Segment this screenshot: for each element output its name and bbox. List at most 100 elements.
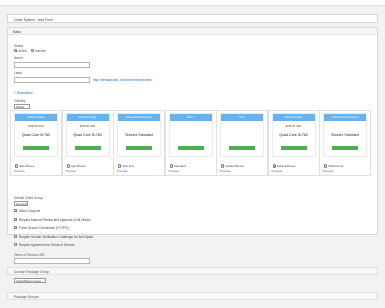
package-groups-title: Package Groups (14, 295, 39, 299)
template-name: Ajax Boxes (19, 164, 35, 168)
option-label: Require Human Verification Challenge for… (19, 234, 94, 239)
template-name: Wizard List (328, 164, 344, 168)
template-banner: Plan (221, 114, 263, 121)
template-heading: Quad Core i5-760 (279, 133, 308, 137)
option-label: Force Secure Connection (HTTPS) (19, 226, 69, 230)
template-heading: Shonex Standard (125, 133, 153, 137)
template-select[interactable]: Default Boxes (220, 164, 244, 168)
template-radio[interactable] (15, 164, 19, 168)
description-toggle[interactable]: + Description (14, 91, 33, 95)
template-name: Ajax List (122, 164, 134, 168)
domain-package-group-header: Domain Package Group (7, 267, 378, 275)
template-heading: Shonex Standard (331, 133, 359, 137)
status-inactive-label: Inactive (35, 49, 46, 53)
tos-url-input[interactable] (14, 258, 90, 264)
template-card[interactable]: Plan 1 Standard Preview (164, 110, 217, 176)
visibility-value: Public (16, 105, 25, 109)
template-thumbnail: cPanel Shared Hosting Shonex Standard (117, 113, 161, 157)
order-url-link[interactable]: http://blesta/public_html/order/main/ind… (93, 78, 152, 82)
page-title: Order System - Add Form (14, 18, 53, 22)
label-input[interactable] (14, 77, 90, 83)
template-radio[interactable] (66, 164, 70, 168)
template-banner: cPanel Hosting (66, 114, 109, 121)
template-thumbnail: cPanel Hosting $799.00 USD Quad Core i5-76… (65, 113, 110, 157)
visibility-select[interactable]: Public (14, 104, 30, 109)
option-checkbox[interactable] (14, 234, 18, 238)
template-heading: Quad Core i5-760 (21, 133, 51, 137)
template-thumbnail: Plan (220, 113, 264, 157)
description-toggle-label: Description (16, 91, 33, 95)
template-radio[interactable] (324, 164, 328, 168)
template-preview-link[interactable]: Preview (272, 169, 283, 173)
visibility-label: Visibility (14, 99, 26, 103)
template-name: Default Boxes (276, 164, 296, 168)
basic-section-title: Basic (13, 30, 22, 34)
template-select[interactable]: Ajax Boxes (14, 164, 34, 168)
template-card[interactable]: cPanel Shared Hosting Shonex Standard Wiza… (319, 110, 371, 176)
template-radio[interactable] (169, 164, 173, 168)
template-preview-link[interactable]: Preview (66, 169, 77, 173)
template-radio[interactable] (221, 164, 225, 168)
template-select[interactable]: Ajax Boxes (66, 164, 86, 168)
client-group-value: General (16, 202, 27, 206)
template-card[interactable]: cPanel Hosting $799.00 USD Quad Core i5-76… (61, 110, 114, 176)
template-price: $799.00 USD (79, 125, 96, 128)
template-heading: Quad Core i5-760 (73, 133, 102, 137)
template-name: Default Boxes (225, 164, 244, 168)
status-active-label: Active (18, 49, 27, 53)
name-label: Name (14, 56, 23, 60)
template-thumbnail: cPanel Hosting $799.00 USD Quad Core i5-76… (271, 113, 316, 157)
template-banner: cPanel Hosting (272, 114, 315, 121)
page-header: Order System - Add Form (7, 14, 378, 23)
status-active-radio[interactable] (14, 49, 18, 53)
template-preview-link[interactable]: Preview (220, 169, 231, 173)
template-preview-link[interactable]: Preview (323, 169, 334, 173)
domain-group-value: CyberPanel Group (16, 279, 41, 283)
template-banner: cPanel Hosting (15, 114, 57, 121)
package-groups-header: Package Groups (7, 292, 378, 300)
option-checkbox[interactable] (14, 217, 18, 221)
template-banner: Plan 1 (169, 114, 212, 121)
option-checkbox[interactable] (14, 226, 18, 230)
template-name: Ajax Boxes (70, 164, 86, 168)
template-order-button (177, 146, 204, 150)
template-thumbnail: cPanel Hosting $799.00 USD Quad Core i5-76… (14, 113, 58, 157)
tos-label: Terms of Service URL (14, 253, 45, 257)
template-card[interactable]: cPanel Hosting $799.00 USD Quad Core i5-76… (10, 110, 62, 176)
template-banner: cPanel Shared Hosting (118, 114, 160, 121)
template-order-button (229, 146, 255, 150)
top-bar (0, 0, 385, 6)
template-card[interactable]: Plan Default Boxes Preview (216, 110, 268, 176)
template-select[interactable]: Standard (169, 164, 186, 168)
client-group-select[interactable]: General (14, 201, 28, 206)
template-thumbnail: Plan 1 (168, 113, 213, 157)
option-label: Require Agreement to Terms of Service (19, 243, 75, 247)
template-select[interactable]: Default Boxes (272, 164, 296, 168)
template-price: $799.00 USD (28, 125, 44, 128)
basic-section-header: Basic (8, 28, 377, 35)
template-select[interactable]: Ajax List (117, 164, 134, 168)
template-preview-link[interactable]: Preview (117, 169, 128, 173)
client-group-label: Default Client Group (14, 196, 43, 200)
option-checkbox[interactable] (14, 209, 18, 213)
template-order-button (280, 146, 307, 150)
template-select[interactable]: Wizard List (323, 164, 343, 168)
template-thumbnail: cPanel Shared Hosting Shonex Standard (323, 113, 367, 157)
domain-group-select[interactable]: CyberPanel Group (14, 278, 46, 283)
option-label: Require Manual Review and Approval of Al… (19, 217, 91, 222)
template-order-button (74, 146, 101, 150)
template-card[interactable]: cPanel Shared Hosting Shonex Standard Ajax… (113, 110, 165, 176)
template-radio[interactable] (272, 164, 276, 168)
template-order-button (332, 146, 358, 150)
template-preview-link[interactable]: Preview (14, 169, 25, 173)
template-preview-link[interactable]: Preview (169, 169, 180, 173)
template-price: $799.00 USD (285, 125, 302, 128)
name-input[interactable] (14, 62, 90, 68)
template-order-button (126, 146, 152, 150)
option-label: Allow Coupons (19, 209, 41, 213)
template-radio[interactable] (118, 164, 122, 168)
template-order-button (23, 146, 49, 150)
template-card[interactable]: cPanel Hosting $799.00 USD Quad Core i5-76… (267, 110, 320, 176)
template-name: Standard (173, 164, 186, 168)
option-checkbox[interactable] (14, 243, 18, 247)
